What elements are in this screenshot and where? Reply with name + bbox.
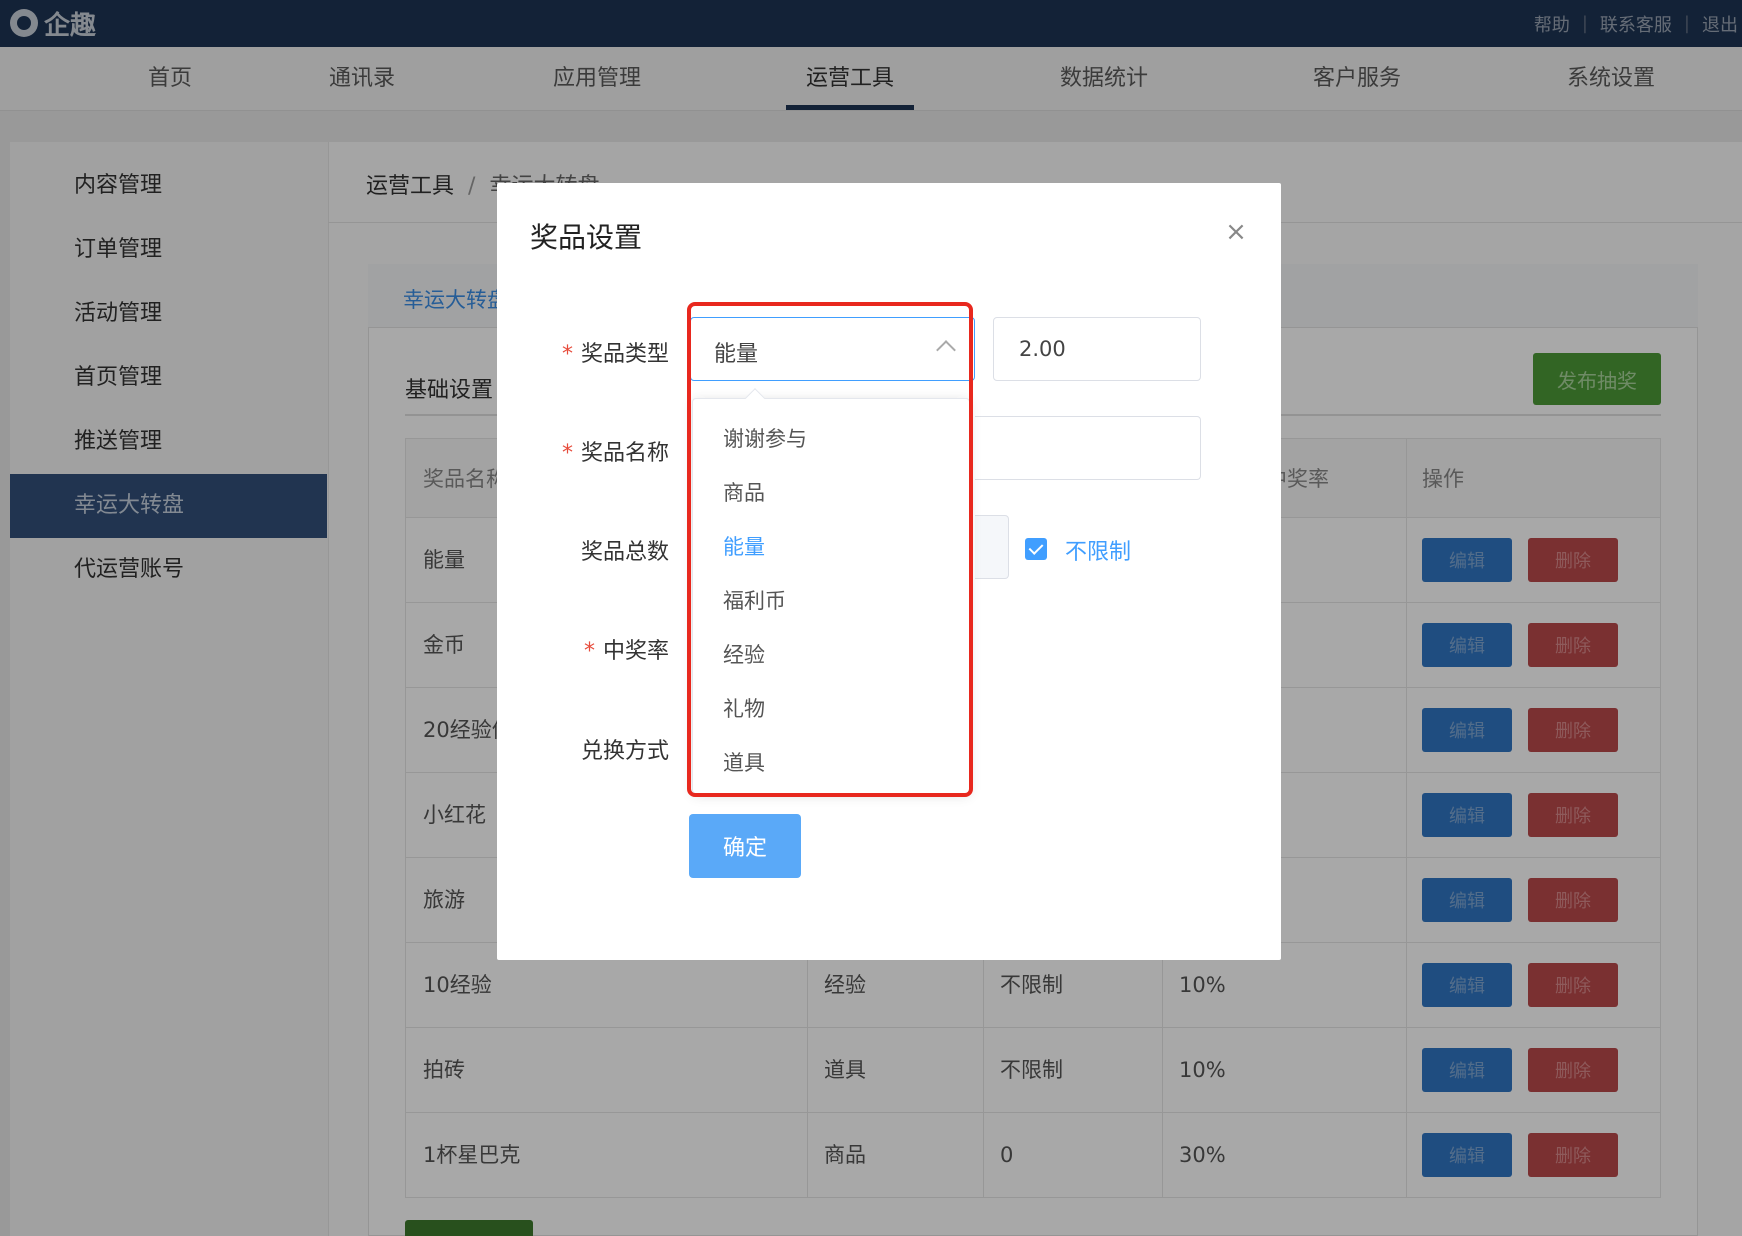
form-label-rate: * 中奖率: [489, 633, 669, 665]
close-icon[interactable]: ×: [1224, 219, 1248, 245]
required-mark: *: [583, 639, 595, 664]
unlimited-checkbox[interactable]: [1025, 538, 1047, 560]
form-label-text: 奖品类型: [580, 342, 669, 367]
annotation-highlight-box: [687, 302, 973, 797]
prize-amount-input[interactable]: 2.00: [993, 317, 1201, 381]
form-label-total: 奖品总数: [580, 540, 669, 565]
required-mark: *: [561, 342, 573, 367]
prize-name-input[interactable]: [975, 416, 1201, 480]
modal-title: 奖品设置: [530, 221, 643, 254]
form-label-text: 中奖率: [602, 639, 669, 664]
form-label-redeem: 兑换方式: [580, 739, 669, 764]
required-mark: *: [561, 441, 573, 466]
form-label-name: * 奖品名称: [489, 435, 669, 467]
unlimited-label[interactable]: 不限制: [1065, 534, 1131, 566]
form-label-text: 奖品名称: [580, 441, 669, 466]
form-label-type: * 奖品类型: [489, 336, 669, 368]
confirm-button[interactable]: 确定: [689, 814, 801, 878]
prize-total-input[interactable]: [975, 515, 1009, 579]
